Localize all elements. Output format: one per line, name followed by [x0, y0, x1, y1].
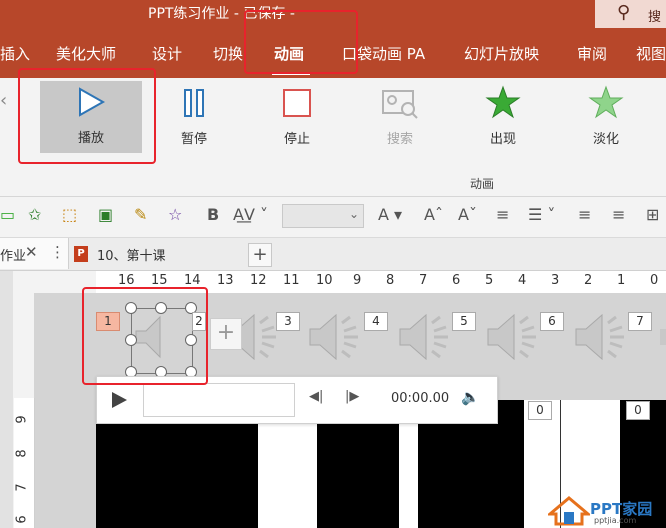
- highlight-box-play: [18, 68, 156, 164]
- play-icon[interactable]: [109, 390, 129, 410]
- ruler-label: 16: [118, 273, 135, 288]
- vertical-ruler: 9 8 7 6: [14, 398, 35, 528]
- fade-effect-button[interactable]: 淡化: [573, 82, 639, 152]
- ruler-label: 6: [452, 273, 461, 288]
- tab-view[interactable]: 视图: [636, 43, 666, 64]
- ruler-label: 12: [250, 273, 267, 288]
- doc-tab-label: 作业: [0, 249, 27, 264]
- font-color-icon[interactable]: A ▾: [378, 205, 402, 224]
- animation-order-badge[interactable]: 7: [628, 312, 652, 331]
- ruler-label: 6: [14, 515, 30, 524]
- house-logo-icon: [548, 496, 590, 526]
- ruler-label: 4: [518, 273, 527, 288]
- animation-order-badge[interactable]: 4: [364, 312, 388, 331]
- align-left-icon[interactable]: ≡: [578, 205, 591, 224]
- search-box[interactable]: ⚲ 搜: [595, 0, 666, 28]
- fade-label: 淡化: [592, 132, 619, 147]
- table-grid-icon[interactable]: ⊞: [646, 205, 659, 224]
- close-icon[interactable]: ✕: [25, 243, 38, 261]
- ruler-label: 11: [283, 273, 300, 288]
- format-toolbar: ▭ ✩ ⬚ ▣ ✎ ☆ B A͟V ˅ ⌄ A ▾ Aˆ Aˇ ≡ ☰ ˅ ≡ …: [0, 197, 666, 238]
- media-time: 00:00.00: [391, 391, 450, 406]
- chevron-down-icon: ⌄: [348, 207, 359, 221]
- more-icon[interactable]: ⋮: [50, 243, 65, 261]
- align-center-icon[interactable]: ≡: [496, 205, 509, 224]
- appear-label: 出现: [489, 132, 516, 147]
- tab-transitions[interactable]: 切换: [213, 43, 243, 64]
- ruler-label: 3: [551, 273, 560, 288]
- ruler-label: 9: [353, 273, 362, 288]
- ruler-label: 2: [584, 273, 593, 288]
- present-icon[interactable]: ▣: [98, 205, 113, 224]
- search-label: 搜: [648, 10, 662, 25]
- seek-bar[interactable]: [143, 383, 295, 417]
- animation-order-badge[interactable]: 0: [626, 401, 650, 420]
- highlight-box-animations-tab: [244, 10, 358, 74]
- ruler-label: 8: [14, 449, 30, 458]
- doc-tab-homework[interactable]: 作业 ✕ ⋮: [0, 238, 69, 269]
- char-spacing-icon[interactable]: A͟V ˅: [233, 205, 268, 224]
- search-animation-button[interactable]: 搜索: [367, 82, 433, 152]
- tab-insert[interactable]: 插入: [0, 43, 30, 64]
- appear-effect-button[interactable]: 出现: [470, 82, 536, 152]
- ruler-label: 5: [485, 273, 494, 288]
- document-tab-bar: 作业 ✕ ⋮ P 10、第十课: [0, 238, 666, 271]
- animation-order-badge[interactable]: 3: [276, 312, 300, 331]
- tab-review[interactable]: 审阅: [577, 43, 607, 64]
- bold-icon[interactable]: B: [207, 205, 219, 224]
- star-outline-icon[interactable]: ✩: [28, 205, 41, 224]
- animation-order-badge[interactable]: 5: [452, 312, 476, 331]
- doc-tab-label: 10、第十课: [97, 249, 166, 264]
- ruler-label: 14: [184, 273, 201, 288]
- stop-button[interactable]: 停止: [264, 82, 330, 152]
- add-animation-icon[interactable]: +: [210, 318, 242, 350]
- selection-icon[interactable]: ▭: [0, 205, 15, 224]
- ruler-label: 15: [151, 273, 168, 288]
- animation-order-badge[interactable]: 0: [528, 401, 552, 420]
- piano-key-black: [96, 422, 258, 528]
- skip-back-icon[interactable]: ◀|: [309, 389, 323, 404]
- pause-button[interactable]: 暂停: [161, 82, 227, 152]
- select-pointer-icon[interactable]: ⬚: [62, 205, 77, 224]
- tab-design[interactable]: 设计: [152, 43, 182, 64]
- tab-beautify[interactable]: 美化大师: [56, 43, 116, 64]
- doc-tab-lesson10[interactable]: P 10、第十课: [69, 238, 239, 269]
- stop-icon: [264, 82, 330, 124]
- ruler-label: 10: [316, 273, 333, 288]
- skip-forward-icon[interactable]: |▶: [345, 389, 359, 404]
- animation-order-badge[interactable]: 6: [540, 312, 564, 331]
- font-size-select[interactable]: ⌄: [282, 204, 364, 228]
- ruler-label: 13: [217, 273, 234, 288]
- ruler-label: 7: [419, 273, 428, 288]
- bullets-icon[interactable]: ☰ ˅: [528, 205, 555, 224]
- ruler-label: 1: [617, 273, 626, 288]
- watermark-url: pptjia.com: [594, 516, 637, 525]
- ruler-label: 7: [14, 483, 30, 492]
- star-outline-icon[interactable]: ☆: [168, 205, 182, 224]
- star-icon: [470, 82, 536, 124]
- highlight-box-audio: [82, 287, 208, 385]
- add-tab-button[interactable]: +: [248, 243, 272, 267]
- increase-font-icon[interactable]: Aˆ: [424, 205, 443, 224]
- pause-label: 暂停: [180, 132, 207, 147]
- search-animation-icon: [367, 82, 433, 124]
- scroll-left-icon[interactable]: ‹: [0, 90, 7, 111]
- speaker-icon[interactable]: [656, 305, 666, 369]
- search-animation-label: 搜索: [386, 132, 413, 147]
- powerpoint-icon: P: [74, 246, 88, 262]
- ribbon-group-label: 动画: [470, 177, 495, 191]
- ruler-label: 0: [650, 273, 659, 288]
- tab-slideshow[interactable]: 幻灯片放映: [464, 43, 539, 64]
- format-painter-icon[interactable]: ✎: [134, 205, 147, 224]
- ruler-label: 9: [14, 415, 30, 424]
- ruler-label: 8: [386, 273, 395, 288]
- volume-icon[interactable]: 🔈: [461, 388, 480, 406]
- left-panel-edge: [0, 271, 13, 528]
- pause-icon: [161, 82, 227, 124]
- decrease-font-icon[interactable]: Aˇ: [458, 205, 477, 224]
- search-icon: ⚲: [617, 2, 631, 23]
- stop-label: 停止: [283, 132, 310, 147]
- star-icon: [573, 82, 639, 124]
- align-right-icon[interactable]: ≡: [612, 205, 625, 224]
